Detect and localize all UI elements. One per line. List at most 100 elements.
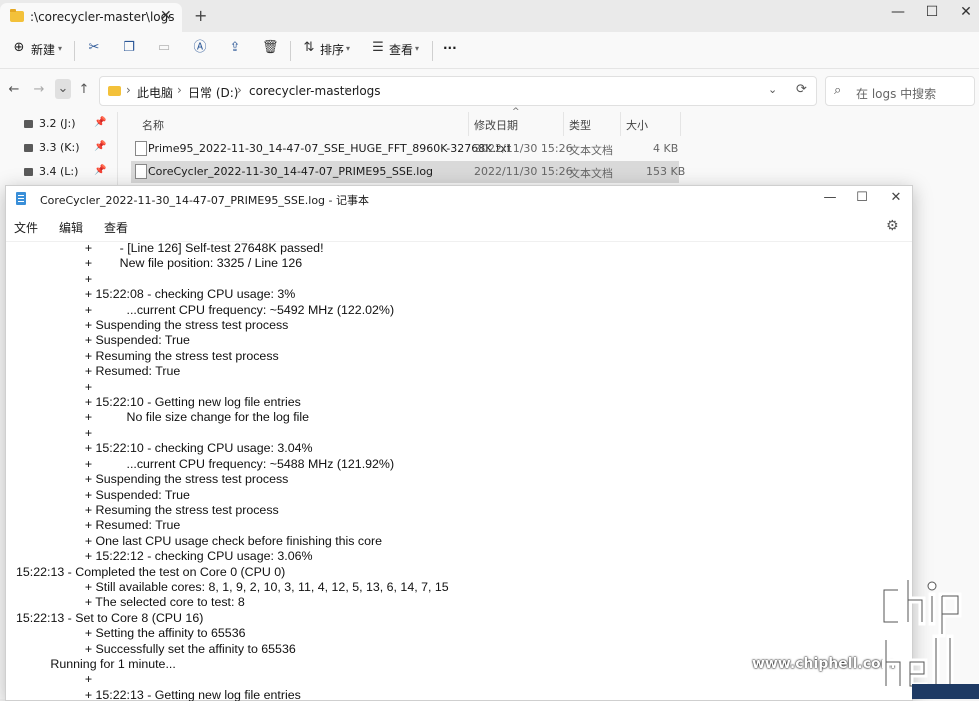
cut-icon[interactable]: ✂ xyxy=(86,40,102,56)
log-line: + 15:22:08 - checking CPU usage: 3% xyxy=(16,287,296,302)
new-plus-icon: ⊕ xyxy=(13,40,25,55)
column-divider xyxy=(563,112,564,136)
sidebar-item-label: 3.3 (K:) xyxy=(39,141,80,154)
tab-logs[interactable]: :\corecycler-master\logs ✕ xyxy=(0,3,182,32)
folder-icon xyxy=(10,9,24,22)
search-placeholder: 在 logs 中搜索 xyxy=(856,87,937,101)
log-line: + Resuming the stress test process xyxy=(16,502,279,517)
text-file-icon xyxy=(135,141,147,156)
search-icon: ⌕ xyxy=(834,83,842,98)
more-options-button[interactable]: ··· xyxy=(443,41,457,55)
log-line: + Suspended: True xyxy=(16,333,190,348)
log-line: + Successfully set the affinity to 65536 xyxy=(16,641,296,656)
file-name: Prime95_2022-11-30_14-47-07_SSE_HUGE_FFT… xyxy=(148,142,512,155)
log-line: + New file position: 3325 / Line 126 xyxy=(16,256,303,271)
notepad-minimize-button[interactable]: — xyxy=(820,190,840,205)
file-row[interactable]: Prime95_2022-11-30_14-47-07_SSE_HUGE_FFT… xyxy=(131,138,679,160)
navigation-pane: 3.2 (J:) 📌 3.3 (K:) 📌 3.4 (L:) 📌 xyxy=(0,112,118,192)
menu-view[interactable]: 查看 xyxy=(104,219,128,236)
log-line: + xyxy=(16,379,93,394)
file-row-selected[interactable]: CoreCycler_2022-11-30_14-47-07_PRIME95_S… xyxy=(131,161,685,183)
log-line: + Resumed: True xyxy=(16,518,181,533)
view-button[interactable]: 查看 xyxy=(389,41,413,58)
navigation-bar: ← → ⌄ ↑ › 此电脑 › 日常 (D:) › corecycler-mas… xyxy=(0,69,979,111)
new-tab-button[interactable]: + xyxy=(194,6,207,25)
notepad-text-area[interactable]: + - [Line 126] Self-test 27648K passed! … xyxy=(6,241,912,701)
toolbar-divider xyxy=(74,41,75,61)
file-name: CoreCycler_2022-11-30_14-47-07_PRIME95_S… xyxy=(148,165,434,178)
column-divider xyxy=(680,112,681,136)
sidebar-item-drive-l[interactable]: 3.4 (L:) 📌 xyxy=(0,160,118,184)
log-line: + - [Line 126] Self-test 27648K passed! xyxy=(16,241,324,255)
share-icon[interactable]: ⇪ xyxy=(227,40,243,56)
breadcrumb-corecycler-master[interactable]: corecycler-master xyxy=(249,84,357,98)
log-line: + Setting the affinity to 65536 xyxy=(16,626,246,641)
log-line: + xyxy=(16,672,93,687)
pin-icon: 📌 xyxy=(94,141,107,152)
log-line: + 15:22:13 - Getting new log file entrie… xyxy=(16,687,301,701)
maximize-button[interactable]: ☐ xyxy=(922,4,942,20)
delete-icon[interactable]: 🗑 xyxy=(262,40,279,56)
view-icon: ☰ xyxy=(372,40,384,55)
file-modified: 2022/11/30 15:26 xyxy=(474,142,573,155)
address-dropdown-icon[interactable]: ⌄ xyxy=(768,83,777,96)
log-line: + Still available cores: 8, 1, 9, 2, 10,… xyxy=(16,579,449,594)
forward-arrow-icon[interactable]: → xyxy=(31,82,47,97)
log-text-lines: + - [Line 126] Self-test 27648K passed! … xyxy=(16,241,449,701)
notepad-close-button[interactable]: ✕ xyxy=(886,190,906,205)
sidebar-item-label: 3.4 (L:) xyxy=(39,165,79,178)
breadcrumb-this-pc[interactable]: 此电脑 xyxy=(137,84,173,101)
notepad-app-icon xyxy=(16,192,26,205)
paste-icon[interactable]: ▭ xyxy=(156,40,172,56)
chevron-down-icon: ▾ xyxy=(58,44,63,53)
log-line: + One last CPU usage check before finish… xyxy=(16,533,383,548)
copy-icon[interactable]: ❐ xyxy=(121,40,137,56)
log-line: + Suspended: True xyxy=(16,487,190,502)
toolbar-divider xyxy=(290,41,291,61)
refresh-icon[interactable]: ⟳ xyxy=(796,82,807,97)
toolbar-divider xyxy=(432,41,433,61)
address-bar[interactable]: › 此电脑 › 日常 (D:) › corecycler-master › lo… xyxy=(99,76,817,106)
search-box[interactable]: ⌕ 在 logs 中搜索 xyxy=(825,76,975,106)
tab-bar: :\corecycler-master\logs ✕ + — ☐ ✕ xyxy=(0,0,979,32)
settings-gear-icon[interactable]: ⚙ xyxy=(886,218,899,234)
notepad-menu-bar: 文件 编辑 查看 ⚙ xyxy=(6,212,912,240)
folder-icon xyxy=(108,86,121,96)
column-divider xyxy=(468,112,469,136)
up-arrow-icon[interactable]: ↑ xyxy=(76,82,92,97)
sidebar-item-drive-j[interactable]: 3.2 (J:) 📌 xyxy=(0,112,118,136)
close-button[interactable]: ✕ xyxy=(956,4,976,20)
menu-edit[interactable]: 编辑 xyxy=(59,219,83,236)
log-line: Running for 1 minute... xyxy=(16,656,176,671)
drive-icon xyxy=(24,120,33,128)
column-divider xyxy=(620,112,621,136)
sort-ascending-icon: ^ xyxy=(512,107,520,117)
chevron-down-icon: ▾ xyxy=(415,44,420,53)
tab-close-icon[interactable]: ✕ xyxy=(160,8,172,24)
breadcrumb-drive-d[interactable]: 日常 (D:) xyxy=(188,84,238,101)
notepad-maximize-button[interactable]: ☐ xyxy=(852,190,872,205)
rename-icon[interactable]: Ⓐ xyxy=(192,40,208,56)
pane-divider xyxy=(117,112,118,192)
sidebar-item-drive-k[interactable]: 3.3 (K:) 📌 xyxy=(0,136,118,160)
log-line: + Resumed: True xyxy=(16,364,181,379)
drive-icon xyxy=(24,144,33,152)
log-line: + xyxy=(16,425,93,440)
log-line: + ...current CPU frequency: ~5488 MHz (1… xyxy=(16,456,395,471)
pin-icon: 📌 xyxy=(94,117,107,128)
back-arrow-icon[interactable]: ← xyxy=(6,82,22,97)
chevron-right-icon: › xyxy=(126,83,131,97)
log-line: + The selected core to test: 8 xyxy=(16,595,245,610)
new-button[interactable]: 新建 xyxy=(31,41,55,58)
taskbar-thumbnail xyxy=(912,684,979,699)
log-line: 15:22:13 - Completed the test on Core 0 … xyxy=(16,564,286,579)
recent-locations-chevron-icon[interactable]: ⌄ xyxy=(55,79,71,99)
minimize-button[interactable]: — xyxy=(888,4,908,20)
breadcrumb-logs[interactable]: logs xyxy=(356,84,381,98)
chevron-right-icon: › xyxy=(344,83,349,97)
log-line: + Resuming the stress test process xyxy=(16,348,279,363)
file-modified: 2022/11/30 15:26 xyxy=(474,165,573,178)
menu-file[interactable]: 文件 xyxy=(14,219,38,236)
sort-button[interactable]: 排序 xyxy=(320,41,344,58)
log-line: + Suspending the stress test process xyxy=(16,472,289,487)
